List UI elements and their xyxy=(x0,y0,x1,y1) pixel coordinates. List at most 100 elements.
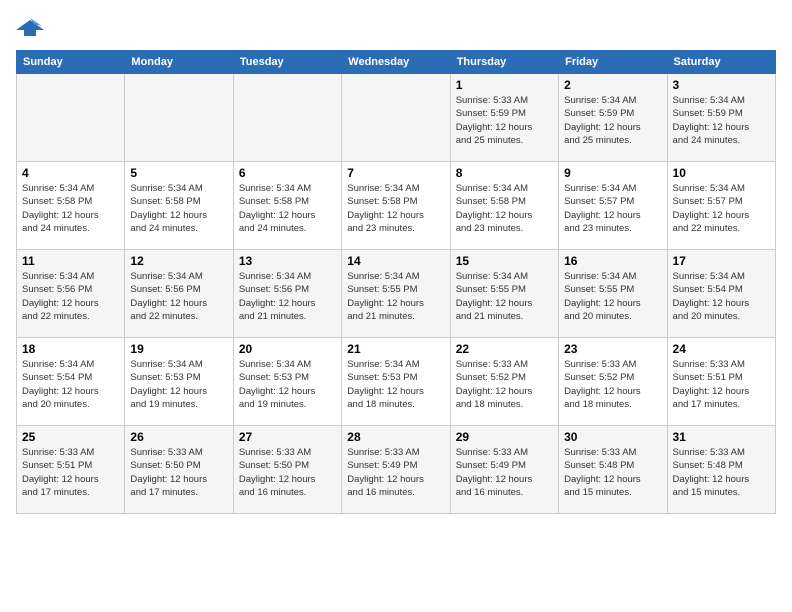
day-info: Sunrise: 5:34 AM Sunset: 5:55 PM Dayligh… xyxy=(347,270,444,323)
calendar-cell: 2 Sunrise: 5:34 AM Sunset: 5:59 PM Daylig… xyxy=(559,74,667,162)
header xyxy=(16,16,776,40)
day-number: 13 xyxy=(239,254,336,268)
day-info: Sunrise: 5:33 AM Sunset: 5:51 PM Dayligh… xyxy=(673,358,770,411)
calendar-cell: 1 Sunrise: 5:33 AM Sunset: 5:59 PM Daylig… xyxy=(450,74,558,162)
week-row-4: 18 Sunrise: 5:34 AM Sunset: 5:54 PM Dayli… xyxy=(17,338,776,426)
day-number: 26 xyxy=(130,430,227,444)
calendar-cell: 28 Sunrise: 5:33 AM Sunset: 5:49 PM Dayli… xyxy=(342,426,450,514)
calendar-cell: 12 Sunrise: 5:34 AM Sunset: 5:56 PM Dayli… xyxy=(125,250,233,338)
day-number: 22 xyxy=(456,342,553,356)
calendar-cell: 11 Sunrise: 5:34 AM Sunset: 5:56 PM Dayli… xyxy=(17,250,125,338)
day-number: 21 xyxy=(347,342,444,356)
day-header-saturday: Saturday xyxy=(667,51,775,74)
logo-icon xyxy=(16,16,44,40)
calendar-cell: 14 Sunrise: 5:34 AM Sunset: 5:55 PM Dayli… xyxy=(342,250,450,338)
calendar-cell xyxy=(125,74,233,162)
day-number: 24 xyxy=(673,342,770,356)
week-row-5: 25 Sunrise: 5:33 AM Sunset: 5:51 PM Dayli… xyxy=(17,426,776,514)
day-info: Sunrise: 5:34 AM Sunset: 5:54 PM Dayligh… xyxy=(673,270,770,323)
day-info: Sunrise: 5:33 AM Sunset: 5:50 PM Dayligh… xyxy=(239,446,336,499)
calendar-cell: 8 Sunrise: 5:34 AM Sunset: 5:58 PM Daylig… xyxy=(450,162,558,250)
day-info: Sunrise: 5:34 AM Sunset: 5:59 PM Dayligh… xyxy=(564,94,661,147)
day-number: 16 xyxy=(564,254,661,268)
calendar-cell: 23Sunrise: 5:33 AM Sunset: 5:52 PM Dayli… xyxy=(559,338,667,426)
day-info: Sunrise: 5:34 AM Sunset: 5:55 PM Dayligh… xyxy=(456,270,553,323)
day-number: 27 xyxy=(239,430,336,444)
day-header-wednesday: Wednesday xyxy=(342,51,450,74)
day-info: Sunrise: 5:34 AM Sunset: 5:53 PM Dayligh… xyxy=(239,358,336,411)
day-info: Sunrise: 5:34 AM Sunset: 5:57 PM Dayligh… xyxy=(673,182,770,235)
day-info: Sunrise: 5:34 AM Sunset: 5:53 PM Dayligh… xyxy=(130,358,227,411)
day-number: 18 xyxy=(22,342,119,356)
day-number: 4 xyxy=(22,166,119,180)
calendar-cell: 31Sunrise: 5:33 AM Sunset: 5:48 PM Dayli… xyxy=(667,426,775,514)
calendar-cell: 22 Sunrise: 5:33 AM Sunset: 5:52 PM Dayli… xyxy=(450,338,558,426)
day-header-tuesday: Tuesday xyxy=(233,51,341,74)
day-number: 19 xyxy=(130,342,227,356)
week-row-3: 11 Sunrise: 5:34 AM Sunset: 5:56 PM Dayli… xyxy=(17,250,776,338)
day-number: 31 xyxy=(673,430,770,444)
calendar-cell: 21 Sunrise: 5:34 AM Sunset: 5:53 PM Dayli… xyxy=(342,338,450,426)
day-number: 2 xyxy=(564,78,661,92)
day-number: 7 xyxy=(347,166,444,180)
calendar-cell: 6 Sunrise: 5:34 AM Sunset: 5:58 PM Daylig… xyxy=(233,162,341,250)
day-number: 25 xyxy=(22,430,119,444)
calendar-cell: 9Sunrise: 5:34 AM Sunset: 5:57 PM Daylig… xyxy=(559,162,667,250)
calendar-cell: 7Sunrise: 5:34 AM Sunset: 5:58 PM Daylig… xyxy=(342,162,450,250)
day-number: 6 xyxy=(239,166,336,180)
day-info: Sunrise: 5:33 AM Sunset: 5:52 PM Dayligh… xyxy=(564,358,661,411)
calendar-cell: 30 Sunrise: 5:33 AM Sunset: 5:48 PM Dayli… xyxy=(559,426,667,514)
day-info: Sunrise: 5:33 AM Sunset: 5:50 PM Dayligh… xyxy=(130,446,227,499)
day-number: 29 xyxy=(456,430,553,444)
day-info: Sunrise: 5:33 AM Sunset: 5:48 PM Dayligh… xyxy=(564,446,661,499)
day-info: Sunrise: 5:34 AM Sunset: 5:56 PM Dayligh… xyxy=(239,270,336,323)
calendar-cell: 24 Sunrise: 5:33 AM Sunset: 5:51 PM Dayli… xyxy=(667,338,775,426)
day-info: Sunrise: 5:33 AM Sunset: 5:51 PM Dayligh… xyxy=(22,446,119,499)
day-number: 8 xyxy=(456,166,553,180)
week-row-1: 1 Sunrise: 5:33 AM Sunset: 5:59 PM Daylig… xyxy=(17,74,776,162)
day-number: 5 xyxy=(130,166,227,180)
calendar-cell xyxy=(342,74,450,162)
calendar-cell: 19 Sunrise: 5:34 AM Sunset: 5:53 PM Dayli… xyxy=(125,338,233,426)
calendar-cell: 25 Sunrise: 5:33 AM Sunset: 5:51 PM Dayli… xyxy=(17,426,125,514)
calendar-cell: 4Sunrise: 5:34 AM Sunset: 5:58 PM Daylig… xyxy=(17,162,125,250)
day-header-friday: Friday xyxy=(559,51,667,74)
day-info: Sunrise: 5:34 AM Sunset: 5:55 PM Dayligh… xyxy=(564,270,661,323)
day-number: 30 xyxy=(564,430,661,444)
calendar-cell: 18 Sunrise: 5:34 AM Sunset: 5:54 PM Dayli… xyxy=(17,338,125,426)
day-info: Sunrise: 5:34 AM Sunset: 5:56 PM Dayligh… xyxy=(22,270,119,323)
calendar-cell: 17Sunrise: 5:34 AM Sunset: 5:54 PM Dayli… xyxy=(667,250,775,338)
calendar-cell: 27 Sunrise: 5:33 AM Sunset: 5:50 PM Dayli… xyxy=(233,426,341,514)
calendar-cell: 15 Sunrise: 5:34 AM Sunset: 5:55 PM Dayli… xyxy=(450,250,558,338)
day-number: 11 xyxy=(22,254,119,268)
calendar-cell xyxy=(233,74,341,162)
calendar-cell: 5 Sunrise: 5:34 AM Sunset: 5:58 PM Daylig… xyxy=(125,162,233,250)
day-info: Sunrise: 5:34 AM Sunset: 5:56 PM Dayligh… xyxy=(130,270,227,323)
day-number: 12 xyxy=(130,254,227,268)
day-info: Sunrise: 5:33 AM Sunset: 5:49 PM Dayligh… xyxy=(347,446,444,499)
day-number: 28 xyxy=(347,430,444,444)
calendar-cell: 10 Sunrise: 5:34 AM Sunset: 5:57 PM Dayli… xyxy=(667,162,775,250)
day-header-thursday: Thursday xyxy=(450,51,558,74)
calendar-cell xyxy=(17,74,125,162)
day-info: Sunrise: 5:34 AM Sunset: 5:58 PM Dayligh… xyxy=(239,182,336,235)
day-info: Sunrise: 5:34 AM Sunset: 5:59 PM Dayligh… xyxy=(673,94,770,147)
day-info: Sunrise: 5:33 AM Sunset: 5:52 PM Dayligh… xyxy=(456,358,553,411)
day-number: 20 xyxy=(239,342,336,356)
day-number: 14 xyxy=(347,254,444,268)
day-header-monday: Monday xyxy=(125,51,233,74)
day-number: 9 xyxy=(564,166,661,180)
day-number: 1 xyxy=(456,78,553,92)
day-info: Sunrise: 5:34 AM Sunset: 5:58 PM Dayligh… xyxy=(130,182,227,235)
day-info: Sunrise: 5:34 AM Sunset: 5:54 PM Dayligh… xyxy=(22,358,119,411)
day-info: Sunrise: 5:34 AM Sunset: 5:53 PM Dayligh… xyxy=(347,358,444,411)
day-info: Sunrise: 5:33 AM Sunset: 5:49 PM Dayligh… xyxy=(456,446,553,499)
day-number: 10 xyxy=(673,166,770,180)
days-header-row: SundayMondayTuesdayWednesdayThursdayFrid… xyxy=(17,51,776,74)
day-info: Sunrise: 5:34 AM Sunset: 5:58 PM Dayligh… xyxy=(456,182,553,235)
day-info: Sunrise: 5:33 AM Sunset: 5:59 PM Dayligh… xyxy=(456,94,553,147)
day-number: 3 xyxy=(673,78,770,92)
day-header-sunday: Sunday xyxy=(17,51,125,74)
calendar-cell: 3 Sunrise: 5:34 AM Sunset: 5:59 PM Daylig… xyxy=(667,74,775,162)
day-number: 15 xyxy=(456,254,553,268)
